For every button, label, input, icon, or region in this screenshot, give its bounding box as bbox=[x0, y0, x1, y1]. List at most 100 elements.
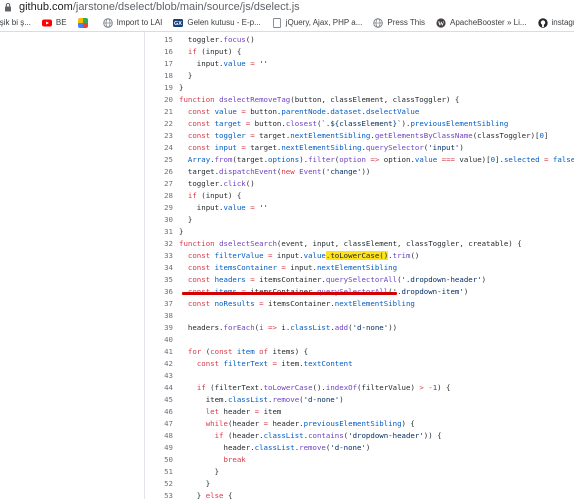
line-number[interactable]: 53 bbox=[145, 490, 173, 502]
bookmark-label: BE bbox=[55, 18, 67, 27]
line-number[interactable]: 40 bbox=[145, 334, 173, 346]
code-line: 45 item.classList.remove('d-none') bbox=[145, 394, 574, 406]
line-number[interactable]: 19 bbox=[145, 82, 173, 94]
line-number[interactable]: 42 bbox=[145, 358, 173, 370]
url-text[interactable]: github.com/jarstone/dselect/blob/main/so… bbox=[19, 1, 300, 13]
code-text: for (const item of items) { bbox=[187, 347, 309, 356]
code-text: const target = button.closest(`.${classE… bbox=[187, 119, 509, 128]
code-line: 32 function dselectSearch(event, input, c… bbox=[145, 238, 574, 250]
line-number[interactable]: 35 bbox=[145, 274, 173, 286]
code-line: 51 } bbox=[145, 466, 574, 478]
bookmark-app-icon bbox=[77, 17, 88, 28]
svg-text:GX: GX bbox=[174, 21, 182, 27]
bookmark-label: Import to LAI bbox=[116, 18, 163, 27]
bookmark-item[interactable]: Import to LAI bbox=[102, 17, 163, 28]
line-number[interactable]: 20 bbox=[145, 94, 173, 106]
youtube-icon bbox=[41, 19, 52, 26]
line-number[interactable]: 17 bbox=[145, 58, 173, 70]
url-path: /jarstone/dselect/blob/main/source/js/ds… bbox=[72, 1, 300, 13]
bookmark-item[interactable]: instagram/readme... bbox=[537, 17, 574, 28]
line-number[interactable]: 46 bbox=[145, 406, 173, 418]
code-text: if (input) { bbox=[187, 191, 242, 200]
line-number[interactable]: 37 bbox=[145, 298, 173, 310]
line-number[interactable]: 27 bbox=[145, 178, 173, 190]
code-line: 42 const filterText = item.textContent bbox=[145, 358, 574, 370]
code-line: 27 toggler.click() bbox=[145, 178, 574, 190]
line-number[interactable]: 34 bbox=[145, 262, 173, 274]
line-number[interactable]: 28 bbox=[145, 190, 173, 202]
code-text: header.classList.remove('d-none') bbox=[179, 443, 371, 452]
line-number[interactable]: 36 bbox=[145, 286, 173, 298]
code-text: const input = target.nextElementSibling.… bbox=[187, 143, 464, 152]
line-number[interactable]: 18 bbox=[145, 70, 173, 82]
line-number[interactable]: 16 bbox=[145, 46, 173, 58]
code-line: 20 function dselectRemoveTag(button, clas… bbox=[145, 94, 574, 106]
line-number[interactable]: 31 bbox=[145, 226, 173, 238]
code-text: item.classList.remove('d-none') bbox=[179, 395, 344, 404]
code-line: 28 if (input) { bbox=[145, 190, 574, 202]
address-bar[interactable]: github.com/jarstone/dselect/blob/main/so… bbox=[0, 0, 574, 14]
bookmark-item[interactable]: Press This bbox=[373, 17, 425, 28]
line-number[interactable]: 41 bbox=[145, 346, 173, 358]
line-number[interactable]: 45 bbox=[145, 394, 173, 406]
code-text: toggler.focus() bbox=[179, 35, 255, 44]
bookmark-item[interactable]: W ApacheBooster » Li... bbox=[436, 17, 527, 28]
bookmark-item[interactable]: jQuery, Ajax, PHP a... bbox=[272, 17, 363, 28]
code-text: headers.forEach(i => i.classList.add('d-… bbox=[179, 323, 398, 332]
line-number[interactable]: 52 bbox=[145, 478, 173, 490]
code-text: } bbox=[179, 215, 193, 224]
code-line: 23 const toggler = target.nextElementSib… bbox=[145, 130, 574, 142]
bookmark-item[interactable]: BE bbox=[41, 18, 67, 28]
line-number[interactable]: 44 bbox=[145, 382, 173, 394]
line-number[interactable]: 22 bbox=[145, 118, 173, 130]
code-text: const value = button.parentNode.dataset.… bbox=[187, 107, 420, 116]
svg-text:W: W bbox=[438, 20, 445, 27]
code-text: const itemsContainer = input.nextElement… bbox=[187, 263, 398, 272]
code-text: } bbox=[179, 479, 211, 488]
lock-icon[interactable] bbox=[3, 2, 13, 12]
left-panel bbox=[0, 32, 145, 499]
line-number[interactable]: 21 bbox=[145, 106, 173, 118]
code-text: if (header.classList.contains('dropdown-… bbox=[214, 431, 442, 440]
code-text: if (filterText.toLowerCase().indexOf(fil… bbox=[196, 383, 451, 392]
bookmark-item[interactable]: işik bi ş... bbox=[0, 18, 31, 27]
code-line: 16 if (input) { bbox=[145, 46, 574, 58]
code-line: 40 bbox=[145, 334, 574, 346]
code-line: 24 const input = target.nextElementSibli… bbox=[145, 142, 574, 154]
code-line: 44 if (filterText.toLowerCase().indexOf(… bbox=[145, 382, 574, 394]
code-text: } bbox=[179, 467, 220, 476]
code-text: input.value = '' bbox=[179, 59, 269, 68]
code-text: function dselectRemoveTag(button, classE… bbox=[179, 95, 460, 104]
code-text: break bbox=[223, 455, 246, 464]
line-number[interactable]: 15 bbox=[145, 34, 173, 46]
bookmark-item[interactable] bbox=[77, 17, 92, 28]
line-number[interactable]: 24 bbox=[145, 142, 173, 154]
line-number[interactable]: 38 bbox=[145, 310, 173, 322]
code-line: 39 headers.forEach(i => i.classList.add(… bbox=[145, 322, 574, 334]
line-number[interactable]: 51 bbox=[145, 466, 173, 478]
bookmark-label: Gelen kutusu - E-p... bbox=[187, 18, 261, 27]
line-number[interactable]: 48 bbox=[145, 430, 173, 442]
code-text: const headers = itemsContainer.querySele… bbox=[187, 275, 487, 284]
code-line: 21 const value = button.parentNode.datas… bbox=[145, 106, 574, 118]
bookmark-label: instagram/readme... bbox=[551, 18, 574, 27]
line-number[interactable]: 39 bbox=[145, 322, 173, 334]
line-number[interactable]: 32 bbox=[145, 238, 173, 250]
line-number[interactable]: 29 bbox=[145, 202, 173, 214]
bookmark-label: jQuery, Ajax, PHP a... bbox=[285, 18, 363, 27]
line-number[interactable]: 30 bbox=[145, 214, 173, 226]
code-listing: 15 toggler.focus() 16 if (input) { 17 in… bbox=[145, 32, 574, 502]
line-number[interactable]: 43 bbox=[145, 370, 173, 382]
code-line: 19} bbox=[145, 82, 574, 94]
code-text: while(header = header.previousElementSib… bbox=[205, 419, 415, 428]
line-number[interactable]: 23 bbox=[145, 130, 173, 142]
line-number[interactable]: 25 bbox=[145, 154, 173, 166]
line-number[interactable]: 50 bbox=[145, 454, 173, 466]
code-text: target.dispatchEvent(new Event('change')… bbox=[179, 167, 371, 176]
code-text: function dselectSearch(event, input, cla… bbox=[179, 239, 522, 248]
line-number[interactable]: 49 bbox=[145, 442, 173, 454]
line-number[interactable]: 33 bbox=[145, 250, 173, 262]
line-number[interactable]: 26 bbox=[145, 166, 173, 178]
bookmark-item[interactable]: GX Gelen kutusu - E-p... bbox=[173, 18, 261, 28]
line-number[interactable]: 47 bbox=[145, 418, 173, 430]
